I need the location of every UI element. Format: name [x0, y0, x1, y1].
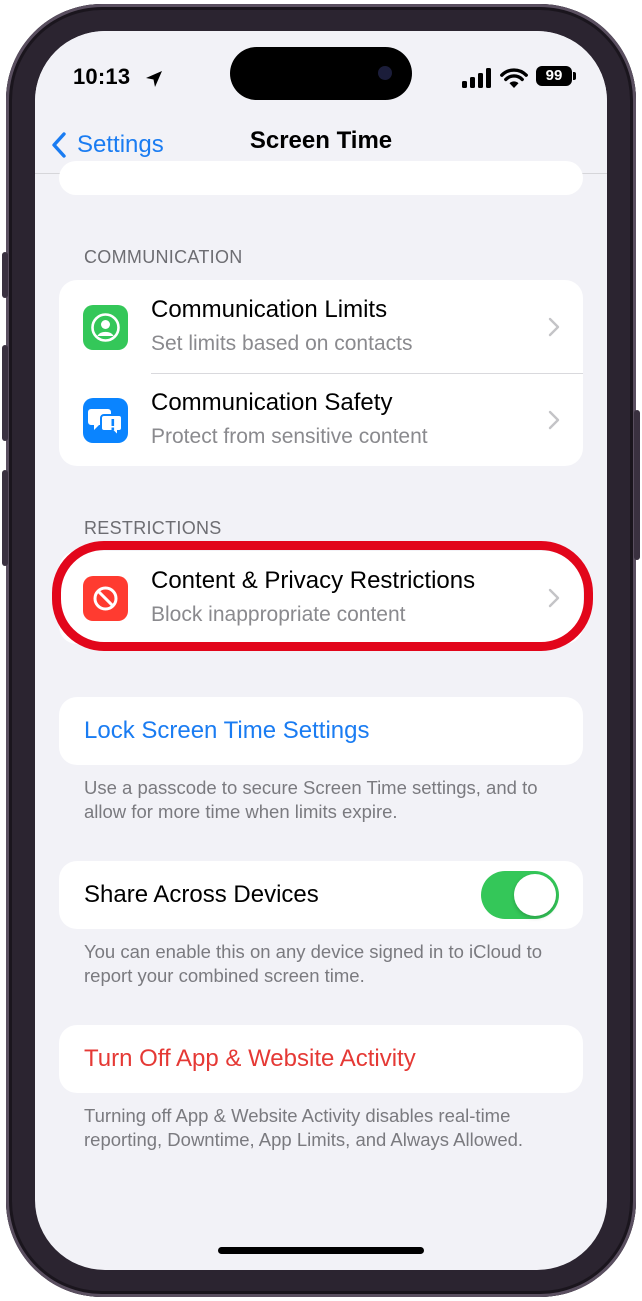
- share-across-devices-label: Share Across Devices: [84, 881, 319, 908]
- lock-screen-time-settings-button[interactable]: Lock Screen Time Settings: [84, 717, 369, 745]
- share-devices-footer: You can enable this on any device signed…: [84, 941, 543, 986]
- person-circle-icon: [83, 305, 128, 350]
- volume-up-button: [2, 345, 8, 441]
- message-bubbles-icon: [83, 398, 128, 443]
- lock-settings-footer: Use a passcode to secure Screen Time set…: [84, 777, 538, 822]
- communication-limits-row[interactable]: Communication Limits Set limits based on…: [59, 280, 583, 373]
- section-header-restrictions: RESTRICTIONS: [84, 518, 222, 538]
- share-devices-card: Share Across Devices: [59, 861, 583, 929]
- chevron-right-icon: [548, 410, 560, 430]
- highlight-annotation: [52, 541, 593, 651]
- power-button: [634, 410, 640, 560]
- battery-nub: [573, 72, 576, 80]
- status-time: 10:13: [73, 64, 131, 89]
- toggle-knob: [514, 874, 556, 916]
- volume-down-button: [2, 470, 8, 566]
- lock-settings-card: Lock Screen Time Settings: [59, 697, 583, 765]
- communication-card: Communication Limits Set limits based on…: [59, 280, 583, 466]
- turn-off-app-website-activity-button[interactable]: Turn Off App & Website Activity: [84, 1045, 416, 1073]
- row-subtitle: Protect from sensitive content: [151, 425, 428, 448]
- communication-safety-row[interactable]: Communication Safety Protect from sensit…: [59, 373, 583, 466]
- action-button: [2, 252, 8, 298]
- row-subtitle: Set limits based on contacts: [151, 332, 413, 355]
- turn-off-footer: Turning off App & Website Activity disab…: [84, 1105, 524, 1150]
- row-title: Communication Safety: [151, 389, 393, 416]
- section-header-communication: COMMUNICATION: [84, 247, 243, 267]
- chevron-right-icon: [548, 317, 560, 337]
- status-bar: 10:13 99: [35, 31, 607, 121]
- cellular-signal-icon: [462, 68, 491, 88]
- location-arrow-icon: [146, 71, 162, 87]
- previous-card-fragment: [59, 161, 583, 195]
- page-title: Screen Time: [249, 127, 393, 154]
- dynamic-island: [230, 47, 412, 100]
- turn-off-card: Turn Off App & Website Activity: [59, 1025, 583, 1093]
- battery-indicator: 99: [536, 66, 572, 86]
- row-title: Communication Limits: [151, 296, 388, 323]
- wifi-icon: [500, 68, 528, 88]
- share-across-devices-toggle[interactable]: [481, 871, 559, 919]
- home-indicator: [218, 1247, 424, 1254]
